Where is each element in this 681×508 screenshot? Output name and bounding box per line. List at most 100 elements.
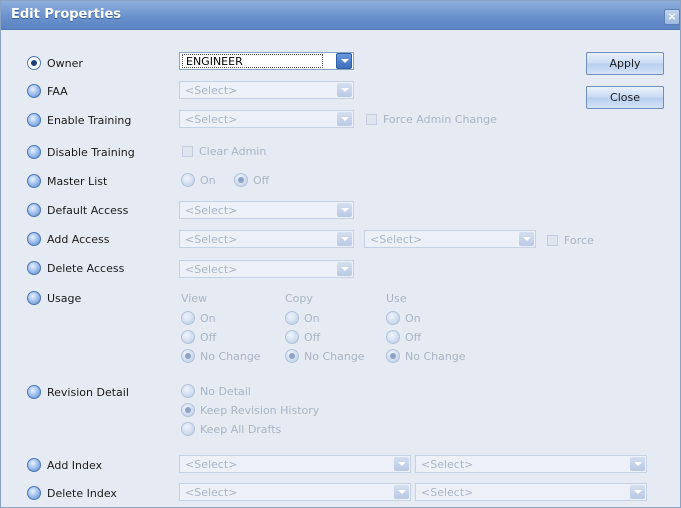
add-index-radio-row[interactable]: Add Index [27,457,102,473]
master-list-radio-row[interactable]: Master List [27,173,107,189]
add-access-radio-row[interactable]: Add Access [27,231,109,247]
clear-admin-label: Clear Admin [199,145,267,158]
delete-access-radio-row[interactable]: Delete Access [27,260,124,276]
usage-copy-nochange-label: No Change [304,349,365,363]
disable-training-label: Disable Training [47,145,135,159]
chevron-down-icon[interactable] [337,232,352,246]
add-index-radio[interactable] [27,458,41,472]
usage-use-off-option[interactable]: Off [386,330,421,344]
usage-copy-off-option[interactable]: Off [285,330,320,344]
faa-radio-row[interactable]: FAA [27,83,68,99]
close-button[interactable]: Close [586,86,664,109]
faa-combo[interactable]: <Select> [179,81,354,99]
usage-copy-nochange-option[interactable]: No Change [285,349,365,363]
usage-use-nochange-option[interactable]: No Change [386,349,466,363]
apply-button[interactable]: Apply [586,52,664,75]
default-access-radio[interactable] [27,203,41,217]
force-check[interactable]: Force [547,234,594,247]
close-icon[interactable]: × [664,9,680,25]
usage-view-off-option[interactable]: Off [181,330,216,344]
chevron-down-icon[interactable] [394,457,409,471]
force-admin-change-label: Force Admin Change [383,113,497,126]
usage-copy-header: Copy [285,292,313,305]
add-access-combo-2[interactable]: <Select> [364,230,536,248]
chevron-down-icon[interactable] [519,232,534,246]
chevron-down-icon[interactable] [630,457,645,471]
chevron-down-icon[interactable] [630,485,645,499]
keep-revision-history-option[interactable]: Keep Revision History [181,403,319,417]
force-admin-change-check[interactable]: Force Admin Change [366,113,497,126]
default-access-radio-row[interactable]: Default Access [27,202,128,218]
chevron-down-icon[interactable] [336,53,352,69]
chevron-down-icon[interactable] [337,203,352,217]
delete-index-value-1: <Select> [185,486,238,499]
delete-index-label: Delete Index [47,486,117,500]
owner-combo[interactable]: ENGINEER [179,52,354,70]
usage-view-on-radio[interactable] [181,311,195,325]
master-list-on-radio[interactable] [181,173,195,187]
keep-all-drafts-radio[interactable] [181,422,195,436]
usage-copy-nochange-radio[interactable] [285,349,299,363]
delete-access-combo[interactable]: <Select> [179,260,354,278]
disable-training-radio-row[interactable]: Disable Training [27,144,135,160]
faa-radio[interactable] [27,84,41,98]
no-detail-radio[interactable] [181,384,195,398]
usage-use-nochange-radio[interactable] [386,349,400,363]
master-list-off-option[interactable]: Off [234,173,269,187]
usage-use-off-label: Off [405,330,422,344]
usage-view-nochange-option[interactable]: No Change [181,349,261,363]
master-list-off-radio[interactable] [234,173,248,187]
enable-training-radio[interactable] [27,113,41,127]
delete-index-combo-1[interactable]: <Select> [179,483,411,501]
usage-copy-off-radio[interactable] [285,330,299,344]
keep-all-drafts-label: Keep All Drafts [200,422,282,436]
delete-index-combo-2[interactable]: <Select> [415,483,647,501]
add-access-combo-1[interactable]: <Select> [179,230,354,248]
clear-admin-check[interactable]: Clear Admin [182,145,266,158]
delete-index-radio[interactable] [27,486,41,500]
usage-radio[interactable] [27,291,41,305]
usage-label: Usage [47,291,82,305]
no-detail-option[interactable]: No Detail [181,384,251,398]
owner-radio[interactable] [27,56,41,70]
disable-training-radio[interactable] [27,145,41,159]
enable-training-combo[interactable]: <Select> [179,110,354,128]
default-access-combo[interactable]: <Select> [179,201,354,219]
master-list-on-label: On [200,173,216,187]
usage-radio-row[interactable]: Usage [27,290,81,306]
usage-view-off-radio[interactable] [181,330,195,344]
master-list-radio[interactable] [27,174,41,188]
keep-revision-history-radio[interactable] [181,403,195,417]
usage-use-on-option[interactable]: On [386,311,421,325]
add-index-combo-2[interactable]: <Select> [415,455,647,473]
usage-use-on-radio[interactable] [386,311,400,325]
revision-detail-radio-row[interactable]: Revision Detail [27,384,129,400]
dialog-title: Edit Properties [11,7,122,22]
usage-copy-on-option[interactable]: On [285,311,320,325]
no-detail-label: No Detail [200,384,251,398]
master-list-on-option[interactable]: On [181,173,216,187]
faa-value: <Select> [185,84,238,97]
usage-view-nochange-radio[interactable] [181,349,195,363]
keep-all-drafts-option[interactable]: Keep All Drafts [181,422,281,436]
usage-view-on-option[interactable]: On [181,311,216,325]
revision-detail-radio[interactable] [27,385,41,399]
title-bar[interactable]: Edit Properties × [1,1,680,30]
force-checkbox[interactable] [547,235,558,246]
owner-radio-row[interactable]: Owner [27,55,83,71]
delete-index-radio-row[interactable]: Delete Index [27,485,117,501]
add-access-radio[interactable] [27,232,41,246]
delete-access-radio[interactable] [27,261,41,275]
chevron-down-icon[interactable] [337,83,352,97]
force-admin-change-checkbox[interactable] [366,114,377,125]
master-list-label: Master List [47,174,108,188]
chevron-down-icon[interactable] [394,485,409,499]
chevron-down-icon[interactable] [337,262,352,276]
enable-training-radio-row[interactable]: Enable Training [27,112,131,128]
chevron-down-icon[interactable] [337,112,352,126]
add-index-combo-1[interactable]: <Select> [179,455,411,473]
clear-admin-checkbox[interactable] [182,146,193,157]
usage-copy-on-radio[interactable] [285,311,299,325]
usage-use-off-radio[interactable] [386,330,400,344]
keep-revision-history-label: Keep Revision History [200,403,320,417]
